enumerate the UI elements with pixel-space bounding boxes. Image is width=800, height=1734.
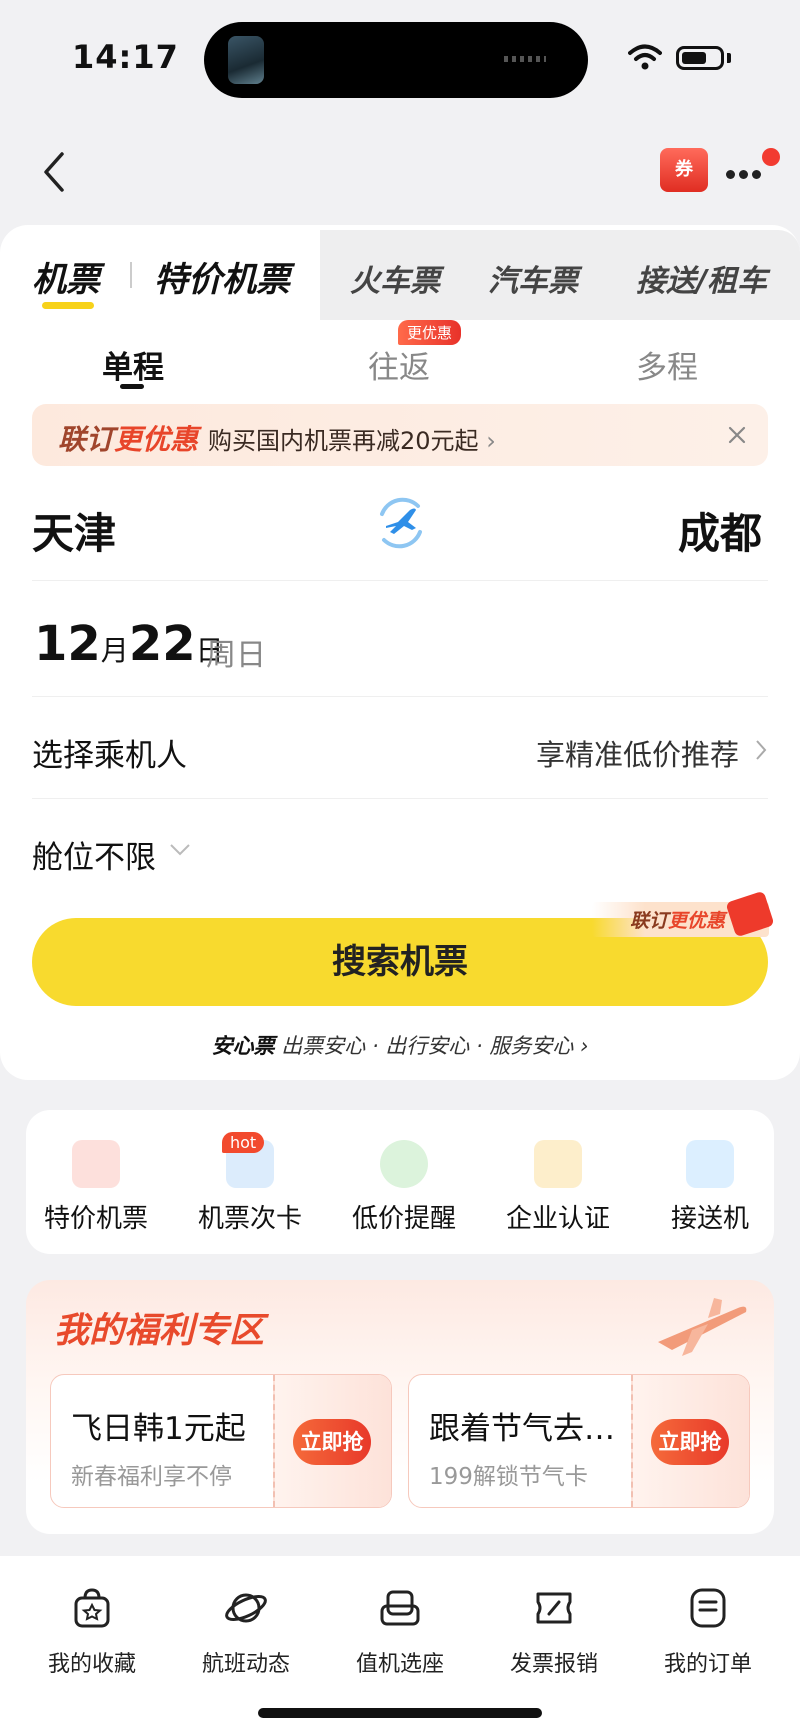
back-icon[interactable]	[36, 150, 76, 194]
chevron-right-icon	[756, 740, 767, 760]
departure-city[interactable]: 天津	[32, 500, 116, 561]
round-trip-badge: 更优惠	[398, 320, 462, 345]
cabin-selector[interactable]: 舱位不限	[32, 832, 156, 877]
nav-check-in[interactable]: 值机选座	[320, 1586, 480, 1678]
trip-round[interactable]: 往返	[368, 342, 430, 387]
wifi-icon	[628, 44, 662, 70]
battery-tip	[727, 53, 731, 63]
home-indicator[interactable]	[258, 1708, 542, 1718]
promo-text: 购买国内机票再减20元起 ›	[208, 427, 496, 455]
passenger-selector[interactable]: 选择乘机人	[32, 730, 187, 775]
bell-plus-icon	[380, 1140, 428, 1188]
airplane-icon	[658, 1298, 747, 1356]
close-icon[interactable]	[722, 420, 752, 450]
divider	[32, 798, 768, 799]
departure-date[interactable]: 12月22日	[34, 616, 224, 672]
quick-entry-card: 特价机票 机票次卡 低价提醒 企业认证 接送机	[26, 1110, 774, 1254]
tab-transfer-rental[interactable]: 接送/租车	[636, 256, 767, 300]
chevron-down-icon	[170, 844, 190, 856]
quick-entry-airport-transfer[interactable]: 接送机	[640, 1140, 774, 1235]
divider	[32, 580, 768, 581]
trip-one-way[interactable]: 单程	[102, 342, 164, 387]
quick-entry-enterprise-auth[interactable]: 企业认证	[488, 1140, 628, 1235]
welfare-zone: 我的福利专区 飞日韩1元起 新春福利享不停 立即抢 跟着节气去… 199解锁节气…	[26, 1280, 774, 1534]
passenger-hint[interactable]: 享精准低价推荐	[536, 732, 739, 774]
welfare-title: 我的福利专区	[54, 1311, 265, 1351]
trip-active-indicator	[120, 384, 144, 389]
quick-entry-special-flight[interactable]: 特价机票	[26, 1140, 166, 1235]
swap-cities-icon[interactable]	[370, 492, 432, 554]
battery-icon	[676, 46, 724, 70]
promo-banner[interactable]: 联订更优惠 购买国内机票再减20元起 ›	[32, 404, 768, 466]
live-activity-indicator	[504, 56, 546, 62]
car-plane-icon	[686, 1140, 734, 1188]
order-list-icon	[690, 1588, 726, 1628]
divider	[32, 696, 768, 697]
seat-icon	[380, 1590, 420, 1626]
quick-entry-ticket-card[interactable]: 机票次卡	[180, 1140, 320, 1235]
welfare-card[interactable]: 飞日韩1元起 新春福利享不停 立即抢	[50, 1374, 392, 1508]
coupon-icon[interactable]: 券	[660, 148, 708, 192]
invoice-ticket-icon	[536, 1592, 572, 1624]
tab-bus[interactable]: 汽车票	[488, 256, 578, 300]
favorite-bag-icon	[74, 1588, 110, 1628]
promo-tag: 联订更优惠	[58, 423, 199, 456]
assurance-link[interactable]: 安心票 出票安心 · 出行安心 · 服务安心 ›	[0, 1030, 800, 1060]
notification-dot	[762, 148, 780, 166]
status-time: 14:17	[72, 38, 179, 76]
departure-weekday: 周日	[206, 638, 266, 673]
hot-badge: hot	[222, 1132, 265, 1153]
nav-flight-status[interactable]: 航班动态	[166, 1586, 326, 1678]
grab-button[interactable]: 立即抢	[293, 1419, 371, 1465]
grab-button[interactable]: 立即抢	[651, 1419, 729, 1465]
nav-favorites[interactable]: 我的收藏	[12, 1586, 172, 1678]
more-icon[interactable]	[726, 164, 768, 179]
tab-divider	[130, 262, 132, 288]
tab-train[interactable]: 火车票	[350, 256, 440, 300]
tab-flight[interactable]: 机票	[32, 252, 100, 301]
welfare-card[interactable]: 跟着节气去… 199解锁节气卡 立即抢	[408, 1374, 750, 1508]
nav-invoice[interactable]: 发票报销	[474, 1586, 634, 1678]
tab-active-indicator	[42, 302, 94, 309]
plane-ticket-icon	[72, 1140, 120, 1188]
trip-multi[interactable]: 多程	[636, 342, 698, 387]
planet-icon	[225, 1593, 267, 1623]
live-activity-app-icon	[228, 36, 264, 84]
arrival-city[interactable]: 成都	[678, 500, 762, 561]
badge-icon	[534, 1140, 582, 1188]
dynamic-island	[204, 22, 588, 98]
nav-orders[interactable]: 我的订单	[628, 1586, 788, 1678]
tab-special-flight[interactable]: 特价机票	[154, 252, 290, 301]
quick-entry-price-alert[interactable]: 低价提醒	[334, 1140, 474, 1235]
